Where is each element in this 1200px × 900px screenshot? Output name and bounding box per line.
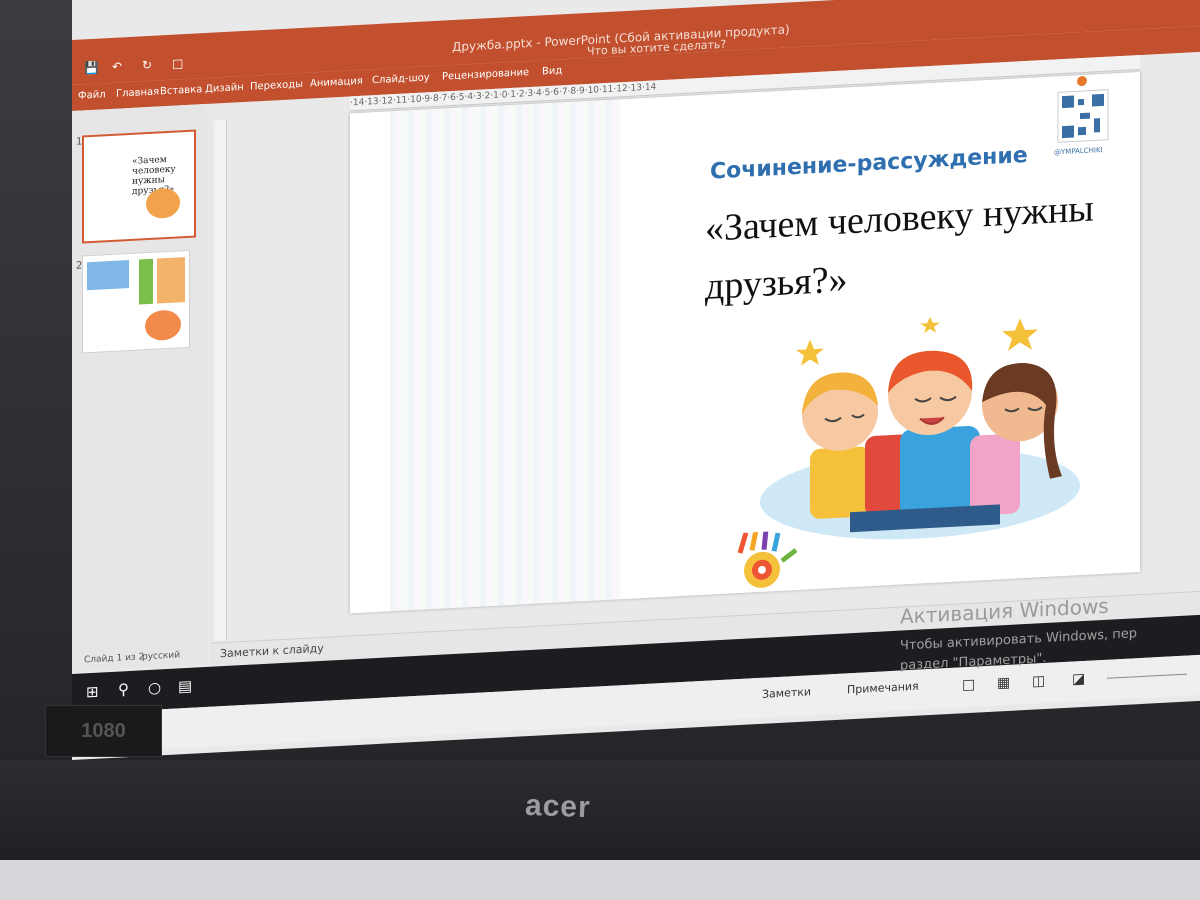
comments-toggle-button[interactable]: Примечания: [847, 680, 919, 697]
presenter-view-icon[interactable]: ◪: [1072, 671, 1085, 688]
star-icon: [1002, 318, 1038, 351]
tab-file[interactable]: Файл: [78, 89, 106, 101]
task-view-icon[interactable]: ▤: [178, 677, 192, 696]
slide-thumbnails-pane: 1 «Зачем человеку нужны друзья?» 2: [72, 103, 207, 672]
tab-animations[interactable]: Анимация: [310, 76, 363, 90]
laptop-body: 💾 ↶ ↻ □ Дружба.pptx - PowerPoint (Сбой а…: [0, 0, 1200, 900]
tab-transitions[interactable]: Переходы: [250, 79, 303, 93]
thumb-2-orange-block: [157, 257, 185, 304]
slideshow-icon[interactable]: □: [172, 56, 183, 71]
tab-slideshow[interactable]: Слайд-шоу: [372, 72, 430, 86]
normal-view-icon[interactable]: □: [962, 677, 975, 694]
notes-toggle-button[interactable]: Заметки: [762, 685, 811, 701]
qr-code: @YMPALCHIKI: [1050, 74, 1110, 165]
redo-icon[interactable]: ↻: [142, 58, 152, 73]
zoom-slider[interactable]: [1107, 673, 1187, 679]
hand-logo-icon: [737, 529, 798, 588]
slide-thumbnail-1[interactable]: «Зачем человеку нужны друзья?»: [82, 129, 196, 244]
slide-subtitle: Сочинение-рассуждение: [710, 142, 1028, 185]
thumb-1-kids-illustration: [146, 187, 180, 220]
save-icon[interactable]: 💾: [84, 61, 99, 76]
search-icon[interactable]: ⚲: [118, 680, 129, 699]
reading-view-icon[interactable]: ◫: [1032, 673, 1045, 690]
moire-wash: [390, 99, 620, 612]
kids-hugging-illustration: [760, 317, 1080, 540]
tab-home[interactable]: Главная: [116, 86, 159, 99]
thumb-2-blue-block: [87, 260, 129, 291]
thumb-2-kids-illustration: [145, 309, 181, 342]
device-sticker: 1080: [45, 705, 162, 757]
screen: 💾 ↶ ↻ □ Дружба.pptx - PowerPoint (Сбой а…: [72, 0, 1200, 760]
star-icon: [796, 339, 824, 366]
brand-logo: acer: [524, 788, 592, 825]
slide-canvas[interactable]: @YMPALCHIKI Сочинение-рассуждение «Зачем…: [350, 72, 1140, 614]
tab-view[interactable]: Вид: [542, 65, 562, 77]
undo-icon[interactable]: ↶: [112, 59, 122, 74]
windows-start-icon[interactable]: ⊞: [86, 683, 99, 702]
slide-title: «Зачем человеку нужны друзья?»: [705, 187, 1094, 308]
slide-thumbnail-2[interactable]: [82, 249, 190, 354]
vertical-ruler: [214, 119, 227, 641]
thumb-2-green-block: [139, 258, 153, 305]
tab-design[interactable]: Дизайн: [205, 82, 244, 95]
language-indicator[interactable]: русский: [142, 650, 180, 662]
tab-insert[interactable]: Вставка: [160, 84, 202, 97]
tab-review[interactable]: Рецензирование: [442, 67, 529, 83]
slide-sorter-icon[interactable]: ▦: [997, 675, 1010, 692]
keyboard-edge: [0, 860, 1200, 900]
star-icon: [920, 317, 940, 334]
cortana-icon[interactable]: ○: [148, 678, 161, 697]
